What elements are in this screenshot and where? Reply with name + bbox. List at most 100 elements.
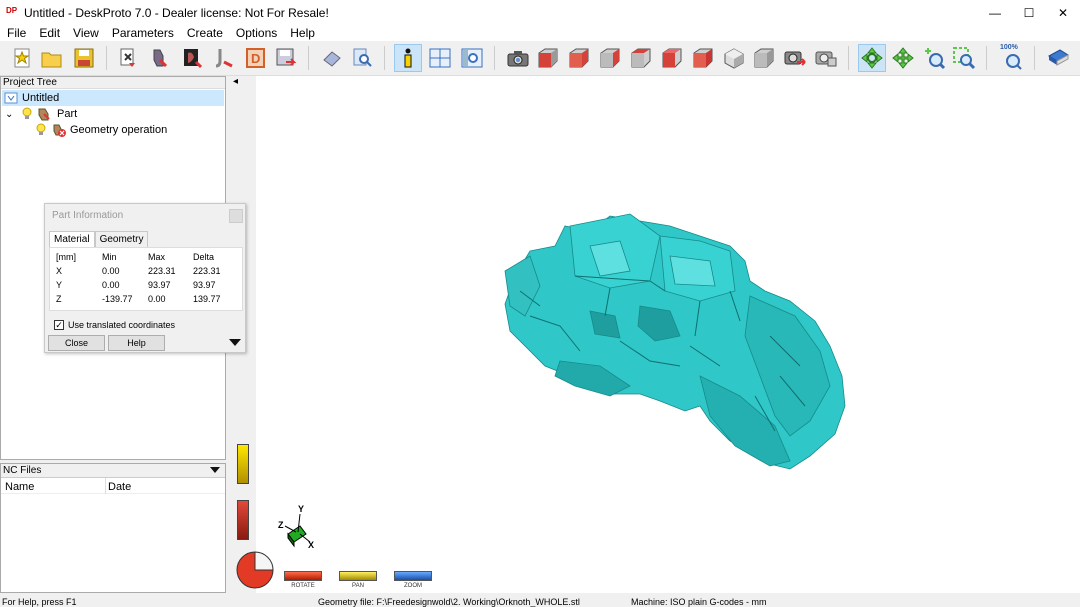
save-icon [74,48,94,68]
drawing-operation-button[interactable]: D [242,44,270,72]
axis-x-label: X [308,540,314,550]
view-iso-button[interactable] [720,44,748,72]
expand-dialog-arrow-icon[interactable] [229,339,241,347]
bitmap-icon [215,49,233,68]
layout-button[interactable] [426,44,454,72]
pan-mode-button[interactable] [889,44,917,72]
view-top-button[interactable] [658,44,686,72]
eraser-button[interactable] [318,44,346,72]
dialog-title-bar: Part Information [45,204,245,228]
import-geometry-icon [120,48,135,67]
view-bottom-icon [693,48,713,68]
menu-view[interactable]: View [66,26,105,40]
part-icon [38,108,50,121]
tree-item-part[interactable]: ⌄ Part [5,106,77,122]
lightbulb-icon[interactable] [21,107,33,121]
view-default-icon [754,48,774,68]
pan-mode-bar[interactable] [339,571,377,581]
rotate-mode-label: ROTATE [291,583,315,589]
toolbar: D 100% [0,41,1080,76]
table-header: Delta [193,252,215,262]
view-back-icon [569,48,589,68]
table-cell: X [56,266,63,276]
find-icon [353,48,372,67]
part-information-dialog: Part Information Material Geometry [mm] … [44,203,246,353]
status-bar: For Help, press F1 Geometry file: F:\Fre… [0,596,1080,607]
title-bar: DP Untitled - DeskProto 7.0 - Dealer lic… [0,0,1080,25]
column-name[interactable]: Name [5,481,34,493]
axis-y-label: Y [298,504,304,514]
svg-text:D: D [251,51,260,66]
zoom-mode-label: ZOOM [404,583,422,589]
view-default-button[interactable] [750,44,778,72]
new-icon [14,48,30,68]
rotate-mode-bar[interactable] [284,571,322,581]
tree-item-untitled[interactable]: Untitled [2,90,224,106]
nc-files-column-header: Name Date [1,478,225,494]
view-left-button[interactable] [596,44,624,72]
dialog-title: Part Information [52,210,124,221]
rotate-icon [861,47,883,69]
view-front-button[interactable] [534,44,562,72]
table-cell: -139.77 [102,294,133,304]
view-settings-button[interactable] [458,44,486,72]
tab-geometry[interactable]: Geometry [94,231,149,247]
book-icon [1048,49,1069,66]
rotate-mode-button[interactable] [858,44,886,72]
maximize-button[interactable]: ☐ [1012,0,1046,25]
collapse-chevron-icon[interactable]: ⌄ [5,109,17,120]
render-settings-button[interactable] [812,44,840,72]
help-dialog-button[interactable]: Help [108,335,165,351]
find-button[interactable] [348,44,376,72]
open-project-button[interactable] [38,44,66,72]
help-book-button[interactable] [1044,44,1072,72]
part-parameters-button[interactable] [146,44,174,72]
dropdown-arrow-icon[interactable] [210,467,220,475]
geometry-operation-icon [53,124,66,137]
translated-coordinates-checkbox[interactable]: ✓ [54,320,64,330]
nc-files-panel: NC Files Name Date [0,463,226,593]
lightbulb-icon[interactable] [35,123,47,137]
table-header: Max [148,252,166,262]
bitmap-operation-button[interactable] [210,44,238,72]
axis-z-label: Z [278,520,284,530]
table-cell: 0.00 [102,280,120,290]
snapshot-button[interactable] [504,44,532,72]
new-project-button[interactable] [8,44,36,72]
menu-edit[interactable]: Edit [32,26,66,40]
dialog-close-icon[interactable] [229,209,243,223]
tree-item-geometry-operation[interactable]: Geometry operation [35,122,167,138]
export-button[interactable] [272,44,300,72]
menu-parameters[interactable]: Parameters [105,26,180,40]
zoom-window-button[interactable] [950,44,978,72]
close-dialog-button[interactable]: Close [48,335,105,351]
render-icon [784,51,806,66]
view-right-button[interactable] [627,44,655,72]
render-button[interactable] [781,44,809,72]
import-geometry-button[interactable] [114,44,142,72]
zoom-window-icon [953,47,976,70]
tab-material[interactable]: Material [49,231,95,247]
menu-file[interactable]: File [0,26,32,40]
view-back-button[interactable] [565,44,593,72]
menu-options[interactable]: Options [229,26,283,40]
zoom-mode-bar[interactable] [394,571,432,581]
part-info-button[interactable] [394,44,422,72]
nc-files-header: NC Files [3,465,42,476]
render-settings-icon [815,51,837,67]
menu-help[interactable]: Help [283,26,321,40]
zoom-icon [925,48,946,70]
view-front-icon [538,48,558,68]
close-button[interactable]: ✕ [1046,0,1080,25]
view-iso-icon [724,48,744,69]
save-project-button[interactable] [70,44,98,72]
zoom-100-button[interactable]: 100% [998,44,1026,72]
view-bottom-button[interactable] [689,44,717,72]
tree-item-label: Untitled [22,92,60,104]
3d-viewport[interactable]: ◂ X Y Z ROTATE PAN ZOOM [230,76,1080,593]
vector-operation-button[interactable] [178,44,206,72]
zoom-mode-button[interactable] [920,44,948,72]
minimize-button[interactable]: — [978,0,1012,25]
column-date[interactable]: Date [108,481,131,493]
menu-create[interactable]: Create [180,26,229,40]
